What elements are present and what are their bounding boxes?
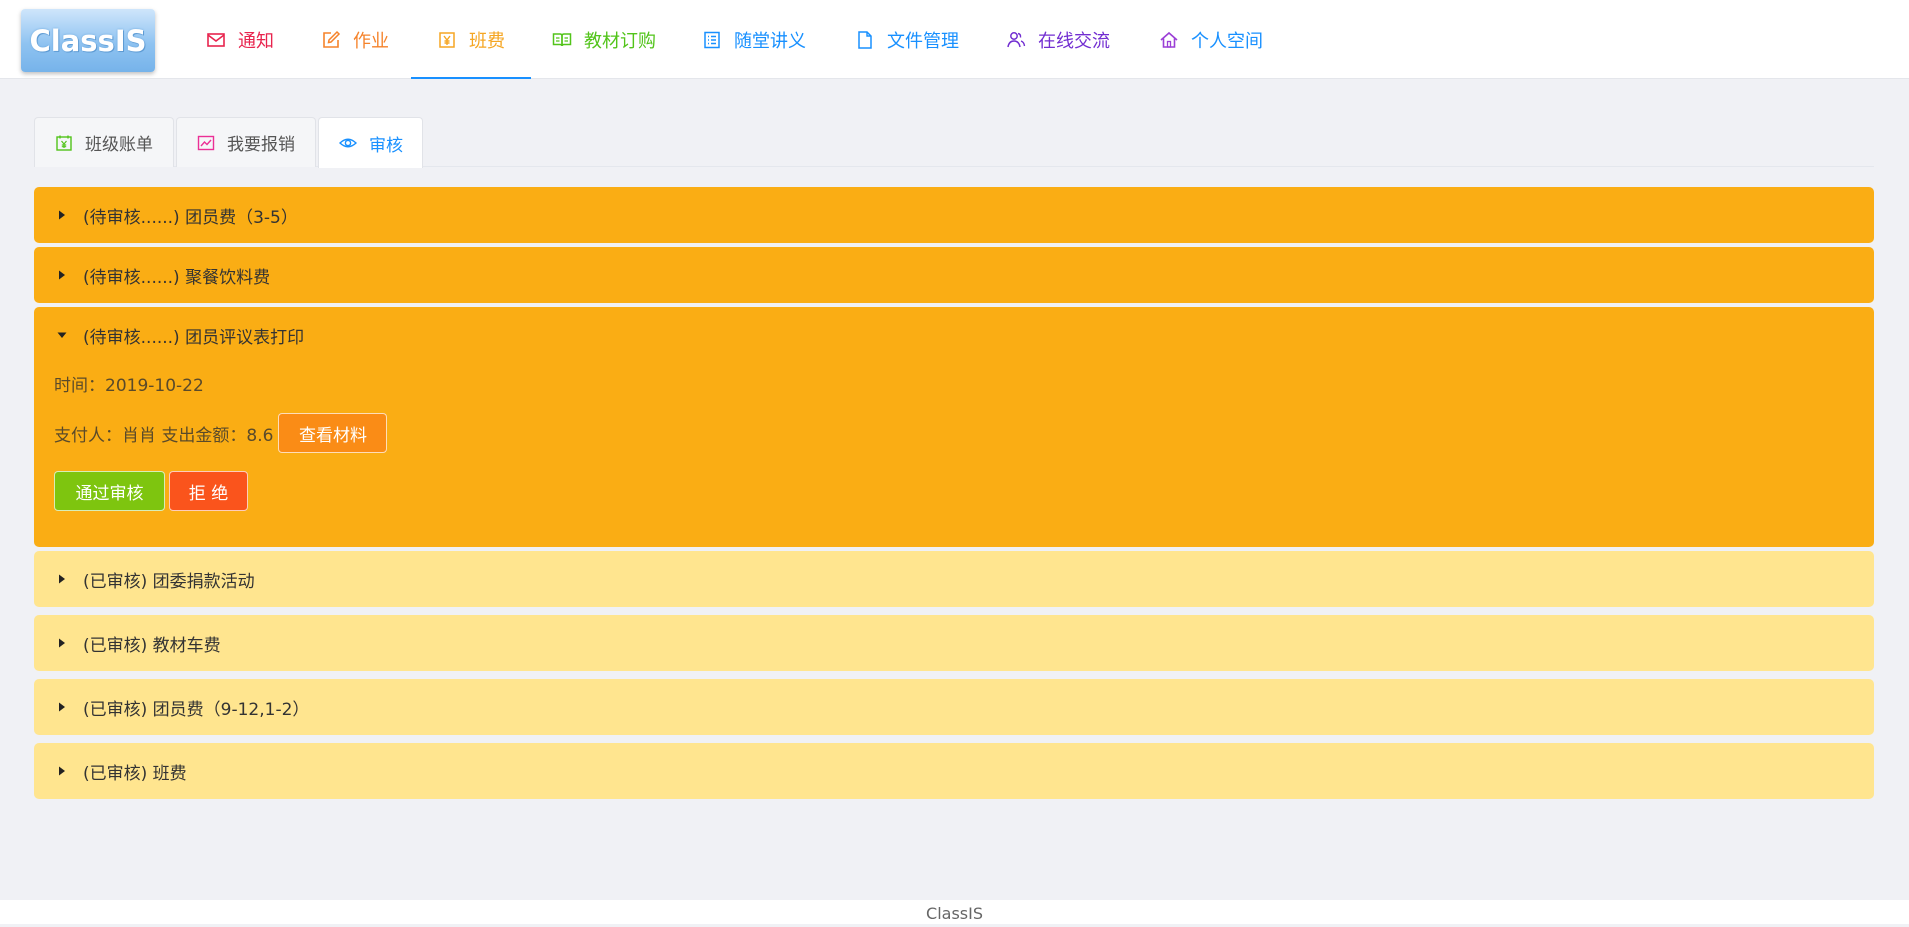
caret-right-icon xyxy=(59,270,65,280)
edit-icon xyxy=(323,30,341,48)
tab-label: 班级账单 xyxy=(85,135,153,155)
review-item[interactable]: (待审核......) 聚餐饮料费 xyxy=(34,247,1874,303)
nav-item-textbook-order[interactable]: 教材订购 xyxy=(552,0,656,79)
review-item-title: (已审核) 班费 xyxy=(83,763,187,784)
tab-class-bill[interactable]: 班级账单 xyxy=(34,117,174,167)
reject-button[interactable]: 拒 绝 xyxy=(169,471,248,511)
nav-item-label: 个人空间 xyxy=(1191,30,1263,52)
tab-label: 审核 xyxy=(369,135,403,156)
nav-item-label: 教材订购 xyxy=(584,30,656,52)
review-item-header[interactable]: (已审核) 班费 xyxy=(34,743,187,799)
tab-label: 我要报销 xyxy=(227,135,295,155)
nav-item-class-fund[interactable]: 班费 xyxy=(411,0,531,79)
nav-item-notifications[interactable]: 通知 xyxy=(206,0,274,79)
review-item[interactable]: (已审核) 班费 xyxy=(34,743,1874,799)
caret-right-icon xyxy=(59,574,65,584)
calendar-yuan-icon xyxy=(56,135,72,151)
caret-right-icon xyxy=(59,766,65,776)
tab-review[interactable]: 审核 xyxy=(318,117,423,168)
review-item-title: (待审核......) 团员评议表打印 xyxy=(83,327,305,348)
review-item[interactable]: (待审核......) 团员费（3-5） xyxy=(34,187,1874,243)
file-icon xyxy=(858,30,872,49)
top-navigation-bar: ClassIS 通知 作业 班费 教材订购 随堂讲义 文件管理 在线交流 个人空… xyxy=(0,0,1909,79)
nav-item-personal-space[interactable]: 个人空间 xyxy=(1159,0,1263,79)
review-item[interactable]: (已审核) 团员费（9-12,1-2） xyxy=(34,679,1874,735)
eye-icon xyxy=(339,138,357,148)
review-item-title: (待审核......) 聚餐饮料费 xyxy=(83,267,271,288)
review-item-expanded: (待审核......) 团员评议表打印 时间：2019-10-22 支付人：肖肖… xyxy=(34,307,1874,547)
review-item[interactable]: (已审核) 教材车费 xyxy=(34,615,1874,671)
review-item-title: (已审核) 团委捐款活动 xyxy=(83,571,255,592)
review-item-title: (已审核) 教材车费 xyxy=(83,635,221,656)
approve-button[interactable]: 通过审核 xyxy=(54,471,165,511)
app-logo[interactable]: ClassIS xyxy=(21,9,155,72)
review-item-title: (已审核) 团员费（9-12,1-2） xyxy=(83,699,310,720)
review-item-header[interactable]: (已审核) 团员费（9-12,1-2） xyxy=(34,679,309,735)
nav-item-label: 通知 xyxy=(238,30,274,52)
yuan-icon xyxy=(439,31,455,48)
review-item-header[interactable]: (待审核......) 团员费（3-5） xyxy=(34,187,298,243)
caret-right-icon xyxy=(59,702,65,712)
nav-item-online-chat[interactable]: 在线交流 xyxy=(1006,0,1110,79)
review-item-header[interactable]: (待审核......) 团员评议表打印 xyxy=(34,307,304,363)
logo-text: ClassIS xyxy=(29,23,147,58)
nav-item-label: 文件管理 xyxy=(887,30,959,52)
view-material-button[interactable]: 查看材料 xyxy=(278,413,388,453)
caret-right-icon xyxy=(59,638,65,648)
review-item-title: (待审核......) 团员费（3-5） xyxy=(83,207,298,228)
review-time: 时间：2019-10-22 xyxy=(54,371,204,396)
review-item-header[interactable]: (已审核) 教材车费 xyxy=(34,615,221,671)
mail-icon xyxy=(207,32,225,47)
list-icon xyxy=(704,31,720,48)
review-payer-text: 支付人：肖肖 支出金额：8.6 xyxy=(54,425,274,446)
review-item-header[interactable]: (待审核......) 聚餐饮料费 xyxy=(34,247,270,303)
nav-item-label: 班费 xyxy=(469,30,505,52)
footer-text: ClassIS xyxy=(926,904,983,923)
line-chart-icon xyxy=(197,135,215,150)
book-icon xyxy=(552,32,572,46)
nav-item-label: 在线交流 xyxy=(1038,30,1110,52)
caret-right-icon xyxy=(59,210,65,220)
nav-item-file-management[interactable]: 文件管理 xyxy=(855,0,959,79)
tab-reimbursement[interactable]: 我要报销 xyxy=(176,117,316,167)
users-icon xyxy=(1007,31,1026,47)
caret-down-icon xyxy=(57,332,67,338)
home-icon xyxy=(1160,31,1178,48)
review-payer-row: 支付人：肖肖 支出金额：8.6 查看材料 xyxy=(54,413,388,453)
nav-item-label: 随堂讲义 xyxy=(734,30,806,52)
page-footer: ClassIS xyxy=(0,900,1909,924)
review-item[interactable]: (已审核) 团委捐款活动 xyxy=(34,551,1874,607)
nav-item-label: 作业 xyxy=(353,30,389,52)
nav-item-lecture-notes[interactable]: 随堂讲义 xyxy=(702,0,806,79)
review-time-text: 时间：2019-10-22 xyxy=(54,375,204,396)
fund-tabs: 班级账单 我要报销 审核 xyxy=(34,117,1874,168)
review-item-header[interactable]: (已审核) 团委捐款活动 xyxy=(34,551,255,607)
nav-item-homework[interactable]: 作业 xyxy=(321,0,389,79)
review-actions: 通过审核 拒 绝 xyxy=(54,471,248,511)
